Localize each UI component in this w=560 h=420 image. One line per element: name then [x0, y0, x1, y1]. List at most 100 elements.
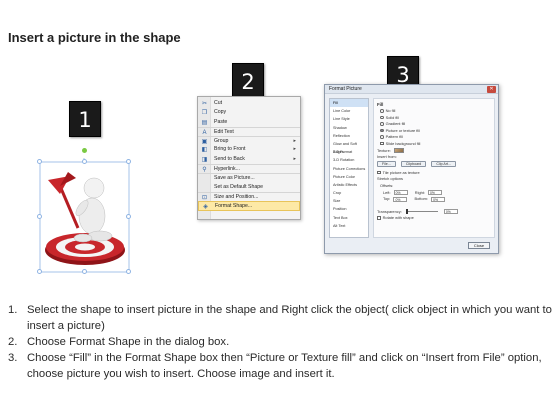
selection-handle-icon[interactable] — [37, 159, 42, 164]
menu-item-send-to-back[interactable]: ◨ Send to Back ▸ — [198, 155, 300, 164]
dialog-fill-panel: Fill No fill Solid fill Gradient fill Pictu… — [373, 98, 495, 238]
instruction-step: 3. Choose “Fill” in the Format Shape box … — [8, 350, 556, 382]
group-icon: ▣ — [201, 139, 208, 146]
nav-item-crop[interactable]: Crop — [330, 189, 368, 197]
edit-text-icon: A — [202, 129, 207, 136]
fill-option-picture-or-texture-fill[interactable]: Picture or texture fill — [377, 128, 491, 135]
selected-shape[interactable] — [37, 148, 131, 274]
selection-handle-icon[interactable] — [82, 269, 87, 274]
submenu-arrow-icon: ▸ — [293, 155, 296, 162]
tile-checkbox[interactable] — [377, 170, 381, 175]
fill-option-gradient-fill[interactable]: Gradient fill — [377, 121, 491, 128]
menu-item-format-shape[interactable]: ◈ Format Shape... — [198, 201, 300, 211]
texture-picker[interactable] — [393, 148, 404, 154]
texture-row: Texture: — [377, 148, 491, 155]
fill-radio[interactable] — [380, 115, 384, 120]
menu-item-group[interactable]: ▣ Group ▸ — [198, 136, 300, 145]
menu-item-cut[interactable]: ✂ Cut — [198, 99, 300, 108]
menu-item-paste[interactable]: ▤ Paste — [198, 118, 300, 127]
fill-option-no-fill[interactable]: No fill — [377, 108, 491, 115]
nav-item-3-d-rotation[interactable]: 3-D Rotation — [330, 156, 368, 164]
nav-item-fill[interactable]: Fill — [330, 99, 368, 108]
nav-item-alt-text[interactable]: Alt Text — [330, 222, 368, 230]
fill-option-label: Slide background fill — [385, 140, 421, 146]
nav-item-3-d-format[interactable]: 3-D Format — [330, 148, 368, 156]
menu-item-label: Size and Position... — [214, 193, 259, 200]
rotate-checkbox[interactable] — [377, 216, 381, 220]
nav-item-picture-color[interactable]: Picture Color — [330, 173, 368, 181]
selection-handle-icon[interactable] — [82, 159, 87, 164]
instruction-step: 1. Select the shape to insert picture in … — [8, 302, 556, 334]
rotate-label: Rotate with shape — [382, 215, 414, 221]
offsets-row-1: Left: 0% Right: 0% — [377, 190, 491, 197]
menu-item-hyperlink[interactable]: ⚲ Hyperlink... — [198, 164, 300, 173]
nav-item-glow-and-soft-edges[interactable]: Glow and Soft Edges — [330, 140, 368, 154]
top-offset-input[interactable]: 0% — [393, 196, 408, 202]
selection-handle-icon[interactable] — [126, 159, 131, 164]
copy-icon: ❐ — [201, 110, 208, 117]
instruction-number: 2. — [8, 336, 18, 348]
page-title: Insert a picture in the shape — [8, 30, 181, 45]
bottom-offset-input[interactable]: 0% — [431, 196, 446, 202]
instruction-text: Choose Format Shape in the dialog box. — [27, 336, 230, 348]
transparency-row: Transparency: 0% — [377, 209, 491, 216]
fill-radio[interactable] — [380, 135, 384, 139]
nav-item-shadow[interactable]: Shadow — [330, 124, 368, 132]
file-button[interactable]: File... — [377, 160, 396, 167]
nav-item-position[interactable]: Position — [330, 205, 368, 213]
selection-handle-icon[interactable] — [126, 214, 131, 219]
clipboard-button[interactable]: Clipboard — [400, 160, 427, 167]
menu-item-size-and-position[interactable]: ⊡ Size and Position... — [198, 191, 300, 201]
nav-item-reflection[interactable]: Reflection — [330, 132, 368, 140]
nav-item-artistic-effects[interactable]: Artistic Effects — [330, 181, 368, 189]
stretch-label: Stretch options — [377, 176, 403, 182]
close-button[interactable]: Close — [468, 242, 490, 249]
selection-handle-icon[interactable] — [126, 269, 131, 274]
blank-icon — [201, 176, 208, 182]
instruction-number: 1. — [8, 304, 18, 316]
menu-item-label: Send to Back — [214, 155, 245, 162]
slider-thumb[interactable] — [405, 209, 408, 215]
offsets-label: Offsets: — [380, 182, 394, 188]
fill-option-pattern-fill[interactable]: Pattern fill — [377, 134, 491, 141]
selection-handle-icon[interactable] — [37, 214, 42, 219]
tile-label: Tile picture as texture — [382, 169, 420, 175]
nav-item-line-style[interactable]: Line Style — [330, 115, 368, 123]
transparency-label: Transparency: — [377, 208, 402, 214]
instruction-step: 2. Choose Format Shape in the dialog box. — [8, 334, 556, 350]
fill-radio[interactable] — [380, 108, 384, 113]
menu-item-label: Copy — [214, 109, 227, 116]
selection-handle-icon[interactable] — [37, 269, 42, 274]
fill-radio[interactable] — [380, 128, 384, 133]
fill-option-solid-fill[interactable]: Solid fill — [377, 115, 491, 122]
right-offset-input[interactable]: 0% — [428, 190, 443, 195]
fill-radio[interactable] — [380, 122, 384, 126]
paste-icon: ▤ — [201, 119, 208, 126]
format-shape-icon: ◈ — [203, 204, 208, 211]
texture-label: Texture: — [377, 147, 391, 153]
menu-item-label: Save as Picture... — [214, 175, 255, 182]
menu-item-edit-text[interactable]: A Edit Text — [198, 126, 300, 136]
left-offset-input[interactable]: 0% — [393, 190, 408, 195]
nav-item-size[interactable]: Size — [330, 197, 368, 205]
fill-option-label: Pattern fill — [385, 134, 403, 140]
instruction-number: 3. — [8, 352, 18, 364]
close-icon[interactable]: ✕ — [487, 86, 496, 93]
fill-option-label: No fill — [385, 108, 396, 113]
menu-item-set-as-default-shape[interactable]: Set as Default Shape — [198, 183, 300, 192]
fill-option-slide-background-fill[interactable]: Slide background fill — [377, 141, 491, 148]
fill-checkbox[interactable] — [380, 141, 384, 146]
fill-option-label: Picture or texture fill — [385, 127, 420, 133]
transparency-input[interactable]: 0% — [443, 209, 458, 215]
nav-item-text-box[interactable]: Text Box — [330, 214, 368, 222]
rotate-option[interactable]: Rotate with shape — [377, 215, 491, 222]
menu-item-copy[interactable]: ❐ Copy — [198, 108, 300, 117]
nav-item-line-color[interactable]: Line Color — [330, 107, 368, 115]
clip-art-button[interactable]: Clip Art... — [431, 160, 456, 167]
menu-item-bring-to-front[interactable]: ◧ Bring to Front ▸ — [198, 145, 300, 154]
rotate-handle-icon[interactable] — [82, 148, 87, 153]
nav-item-picture-corrections[interactable]: Picture Corrections — [330, 165, 368, 173]
menu-item-save-as-picture[interactable]: Save as Picture... — [198, 173, 300, 182]
transparency-slider[interactable] — [405, 209, 438, 215]
tile-option[interactable]: Tile picture as texture — [377, 170, 491, 177]
